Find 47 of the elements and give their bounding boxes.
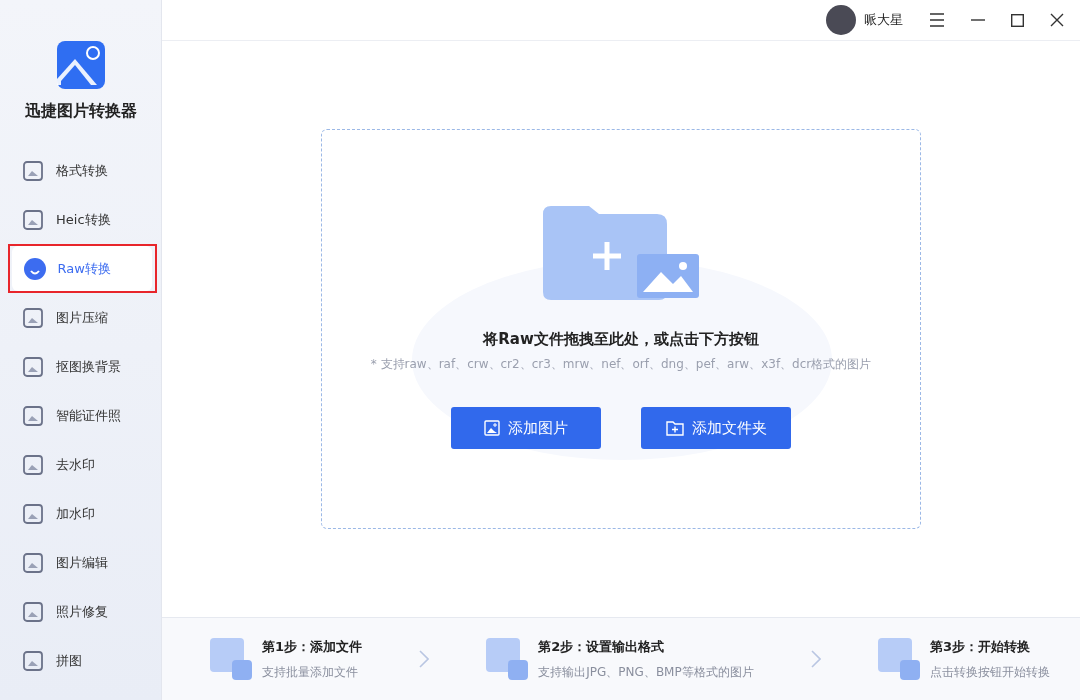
- app-name: 迅捷图片转换器: [24, 101, 137, 122]
- add-folder-button[interactable]: 添加文件夹: [641, 407, 791, 449]
- sidebar-item[interactable]: 照片修复: [0, 589, 161, 634]
- sidebar-item[interactable]: 智能证件照: [0, 393, 161, 438]
- step-description: 支持批量添加文件: [262, 663, 359, 681]
- logo-icon: [56, 41, 105, 89]
- step-title: 第2步：设置输出格式: [538, 637, 666, 656]
- close-icon[interactable]: [1050, 13, 1064, 27]
- step-title: 第1步：添加文件: [262, 637, 363, 656]
- step-icon: [486, 638, 529, 680]
- image-icon: [484, 420, 500, 436]
- drop-title: 将Raw文件拖拽至此处，或点击下方按钮: [483, 330, 759, 349]
- step-icon: [210, 638, 252, 680]
- sidebar-item[interactable]: 格式转换: [0, 148, 161, 193]
- square-icon: [22, 453, 44, 476]
- step-icon: [877, 638, 920, 680]
- add-image-button[interactable]: 添加图片: [451, 407, 601, 449]
- folder-icon: [665, 420, 684, 436]
- maximize-icon[interactable]: [1011, 13, 1024, 27]
- step-title: 第3步：开始转换: [929, 637, 1031, 656]
- format-hint: * 支持raw、raf、crw、cr2、cr3、mrw、nef、orf、dng、pef、arw、x3f、dcr格式的图片: [370, 356, 872, 373]
- sidebar-item[interactable]: Heic转换: [0, 197, 161, 242]
- drop-zone[interactable]: 将Raw文件拖拽至此处，或点击下方按钮 * 支持raw、raf、crw、cr2、cr3、mrw、nef、orf、dng、pef、arw、x3f、dcr格式的图片 添加图片 添加文件夹: [321, 129, 921, 529]
- chevron-icon: [419, 650, 430, 668]
- sidebar-item[interactable]: 图片压缩: [0, 295, 161, 340]
- step-description: 支持输出JPG、PNG、BMP等格式的图片: [538, 663, 754, 681]
- sidebar-item[interactable]: Raw转换: [11, 246, 152, 291]
- chevron-icon: [810, 650, 821, 668]
- square-icon: [22, 600, 44, 623]
- square-icon: [22, 404, 44, 427]
- square-icon: [22, 551, 44, 574]
- square-icon: [22, 208, 44, 231]
- step-description: 点击转换按钮开始转换: [929, 663, 1050, 681]
- sidebar-item[interactable]: 加水印: [0, 491, 161, 536]
- square-icon: [22, 306, 44, 329]
- sidebar-item[interactable]: 拼图: [0, 638, 161, 683]
- square-icon: [22, 355, 44, 378]
- user-name[interactable]: 哌大星: [864, 11, 903, 29]
- square-icon: [22, 159, 44, 182]
- sidebar-item[interactable]: 去水印: [0, 442, 161, 487]
- sidebar-item[interactable]: 抠图换背景: [0, 344, 161, 389]
- square-icon: [22, 502, 44, 525]
- avatar[interactable]: [826, 5, 856, 35]
- circle-icon: [23, 257, 46, 280]
- menu-icon[interactable]: [929, 13, 945, 27]
- sidebar-item[interactable]: 图片编辑: [0, 540, 161, 585]
- square-icon: [22, 649, 44, 672]
